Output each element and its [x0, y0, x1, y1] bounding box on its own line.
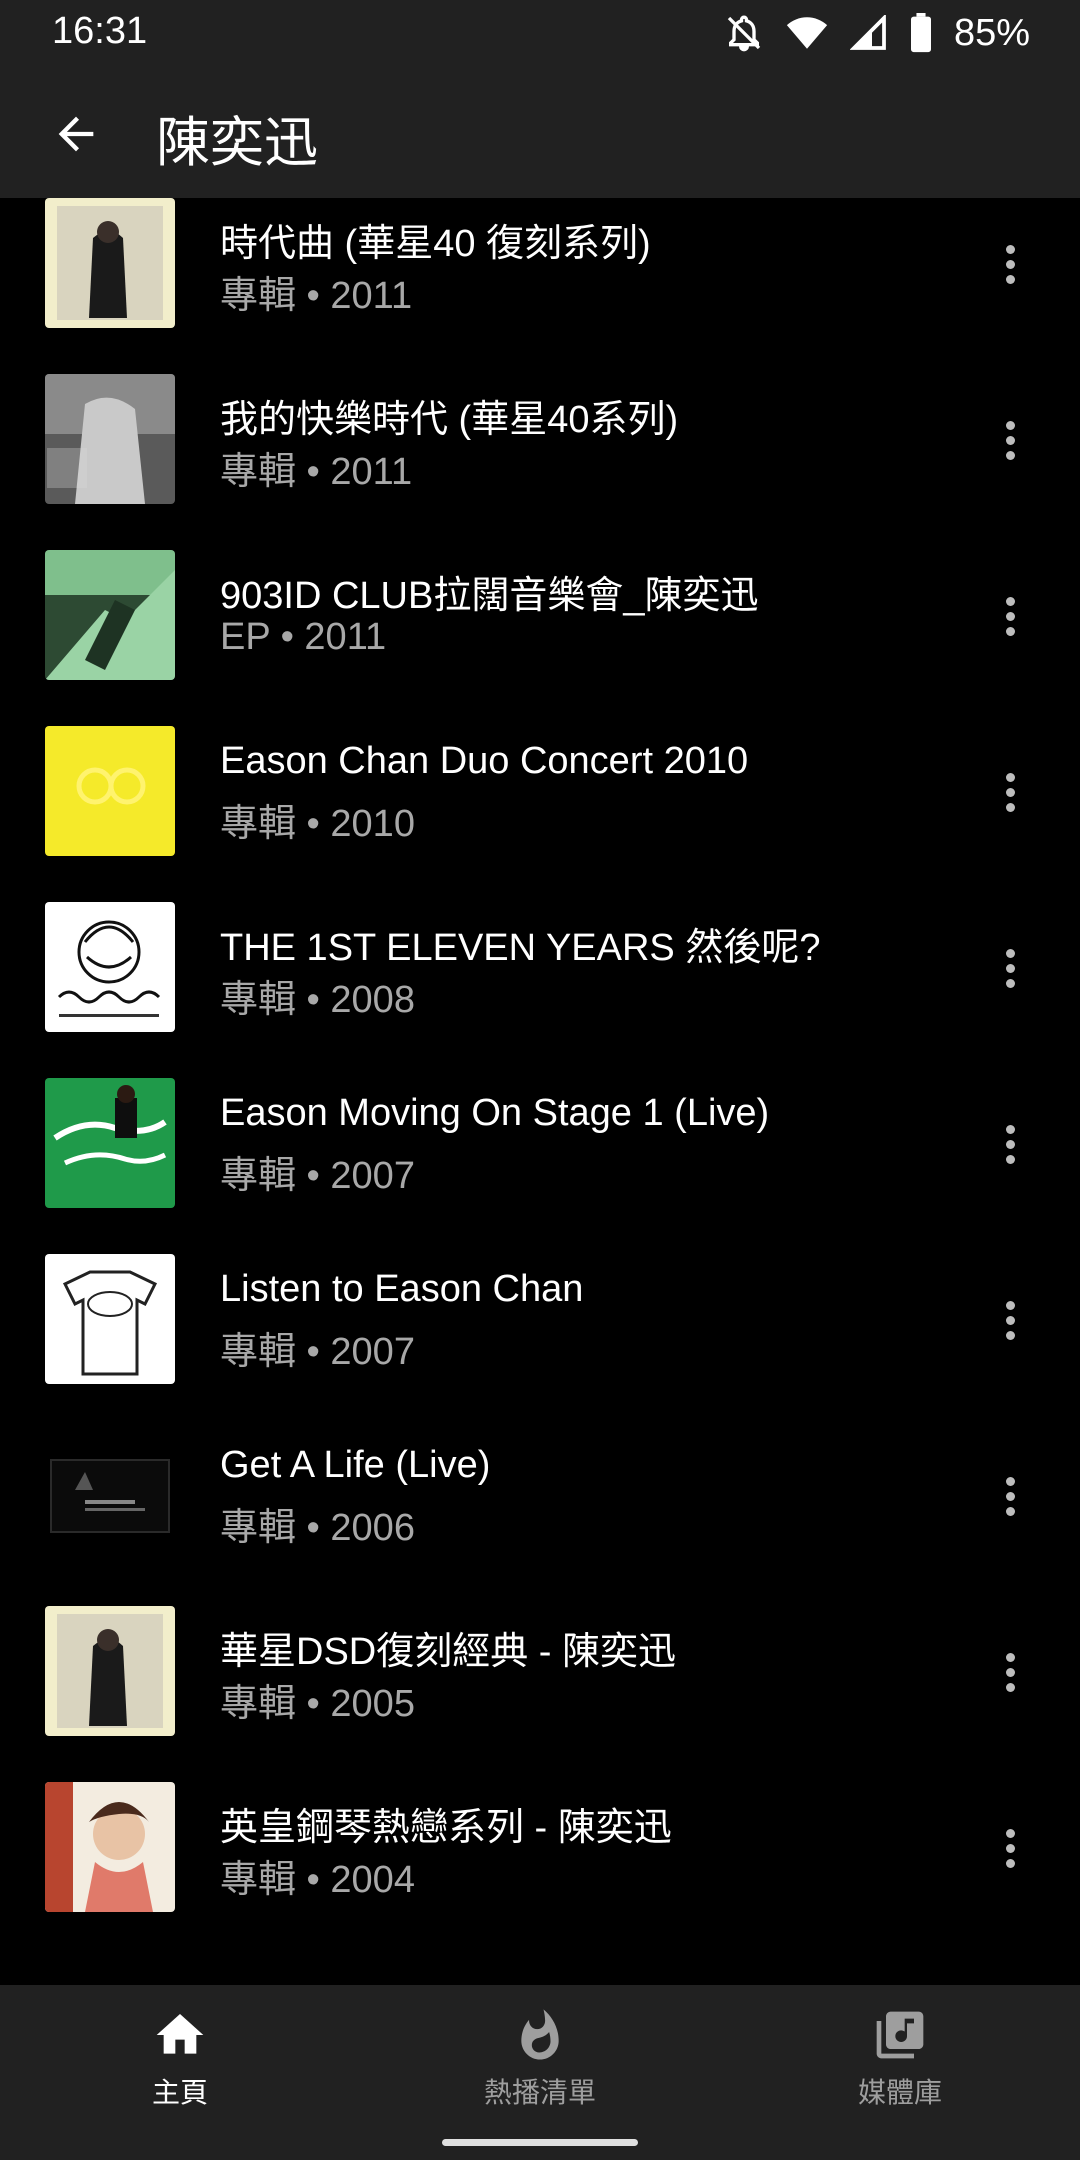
wifi-icon	[786, 17, 828, 49]
bottom-navigation: 主頁 熱播清單 媒體庫	[0, 1985, 1080, 2160]
more-options-button[interactable]	[990, 1112, 1030, 1176]
more-options-button[interactable]	[990, 1640, 1030, 1704]
album-title: 903ID CLUB拉闊音樂會_陳奕迅	[220, 575, 759, 617]
fire-icon	[521, 2009, 559, 2060]
album-row[interactable]: 903ID CLUB拉闊音樂會_陳奕迅 EP • 2011	[0, 550, 1080, 726]
album-cover	[45, 1606, 175, 1736]
battery-icon	[910, 13, 931, 53]
album-subtitle: 專輯 • 2010	[220, 803, 415, 845]
album-row[interactable]: Eason Moving On Stage 1 (Live) 專輯 • 2007	[0, 1078, 1080, 1254]
status-bar: 16:31 85%	[0, 0, 1080, 66]
page-title: 陳奕迅	[156, 113, 318, 173]
more-options-button[interactable]	[990, 408, 1030, 472]
album-row[interactable]: 時代曲 (華星40 復刻系列) 專輯 • 2011	[0, 198, 1080, 374]
more-options-button[interactable]	[990, 760, 1030, 824]
nav-hotlist[interactable]: 熱播清單	[420, 2007, 660, 2117]
album-cover	[45, 726, 175, 856]
album-subtitle: 專輯 • 2007	[220, 1331, 415, 1373]
album-cover	[45, 1254, 175, 1384]
status-icons: 85%	[724, 8, 1030, 58]
album-subtitle: 專輯 • 2005	[220, 1683, 415, 1725]
album-title: Get A Life (Live)	[220, 1444, 491, 1486]
more-options-button[interactable]	[990, 232, 1030, 296]
album-subtitle: 專輯 • 2011	[220, 275, 413, 317]
nav-library-label: 媒體庫	[857, 2077, 942, 2108]
album-cover	[45, 902, 175, 1032]
status-time: 16:31	[52, 10, 148, 52]
album-title: 英皇鋼琴熱戀系列 - 陳奕迅	[220, 1807, 672, 1849]
album-title: 我的快樂時代 (華星40系列)	[220, 399, 679, 441]
gesture-bar[interactable]	[442, 2139, 638, 2146]
nav-home-label: 主頁	[151, 2077, 208, 2108]
album-row[interactable]: Get A Life (Live) 專輯 • 2006	[0, 1430, 1080, 1606]
album-title: Eason Chan Duo Concert 2010	[220, 740, 749, 782]
album-title: Listen to Eason Chan	[220, 1268, 584, 1310]
back-button[interactable]	[38, 96, 114, 172]
album-row[interactable]: 我的快樂時代 (華星40系列) 專輯 • 2011	[0, 374, 1080, 550]
album-subtitle: 專輯 • 2008	[220, 979, 415, 1021]
album-title: 華星DSD復刻經典 - 陳奕迅	[220, 1631, 677, 1673]
album-cover	[45, 374, 175, 504]
battery-percent: 85%	[953, 11, 1030, 54]
notifications-off-icon	[727, 15, 761, 52]
album-cover	[45, 198, 175, 328]
album-title: 時代曲 (華星40 復刻系列)	[220, 223, 651, 265]
library-music-icon	[876, 2011, 924, 2059]
album-row[interactable]: 華星DSD復刻經典 - 陳奕迅 專輯 • 2005	[0, 1606, 1080, 1782]
album-list[interactable]: 時代曲 (華星40 復刻系列) 專輯 • 2011 我的快樂時代 (華星40系列…	[0, 198, 1080, 1985]
cell-signal-icon	[849, 15, 886, 50]
more-options-button[interactable]	[990, 1464, 1030, 1528]
album-cover	[45, 1078, 175, 1208]
album-subtitle: 專輯 • 2011	[220, 451, 413, 493]
more-options-button[interactable]	[990, 1816, 1030, 1880]
more-options-button[interactable]	[990, 936, 1030, 1000]
more-options-button[interactable]	[990, 584, 1030, 648]
album-row[interactable]: Listen to Eason Chan 專輯 • 2007	[0, 1254, 1080, 1430]
home-icon	[156, 2014, 204, 2054]
album-cover	[45, 550, 175, 680]
album-title: Eason Moving On Stage 1 (Live)	[220, 1092, 770, 1134]
album-subtitle: 專輯 • 2007	[220, 1155, 415, 1197]
app-bar: 陳奕迅	[0, 66, 1080, 198]
album-subtitle: 專輯 • 2006	[220, 1507, 415, 1549]
album-cover	[45, 1430, 175, 1560]
album-row[interactable]: Eason Chan Duo Concert 2010 專輯 • 2010	[0, 726, 1080, 902]
arrow-back-icon	[58, 116, 94, 152]
album-subtitle: 專輯 • 2004	[220, 1859, 415, 1901]
album-title: THE 1ST ELEVEN YEARS 然後呢?	[220, 927, 821, 969]
album-subtitle: EP • 2011	[220, 616, 387, 658]
album-row[interactable]: THE 1ST ELEVEN YEARS 然後呢? 專輯 • 2008	[0, 902, 1080, 1078]
nav-library[interactable]: 媒體庫	[780, 2007, 1020, 2117]
nav-hotlist-label: 熱播清單	[483, 2077, 596, 2108]
album-row[interactable]: 英皇鋼琴熱戀系列 - 陳奕迅 專輯 • 2004	[0, 1782, 1080, 1958]
more-options-button[interactable]	[990, 1288, 1030, 1352]
album-cover	[45, 1782, 175, 1912]
nav-home[interactable]: 主頁	[60, 2007, 300, 2117]
